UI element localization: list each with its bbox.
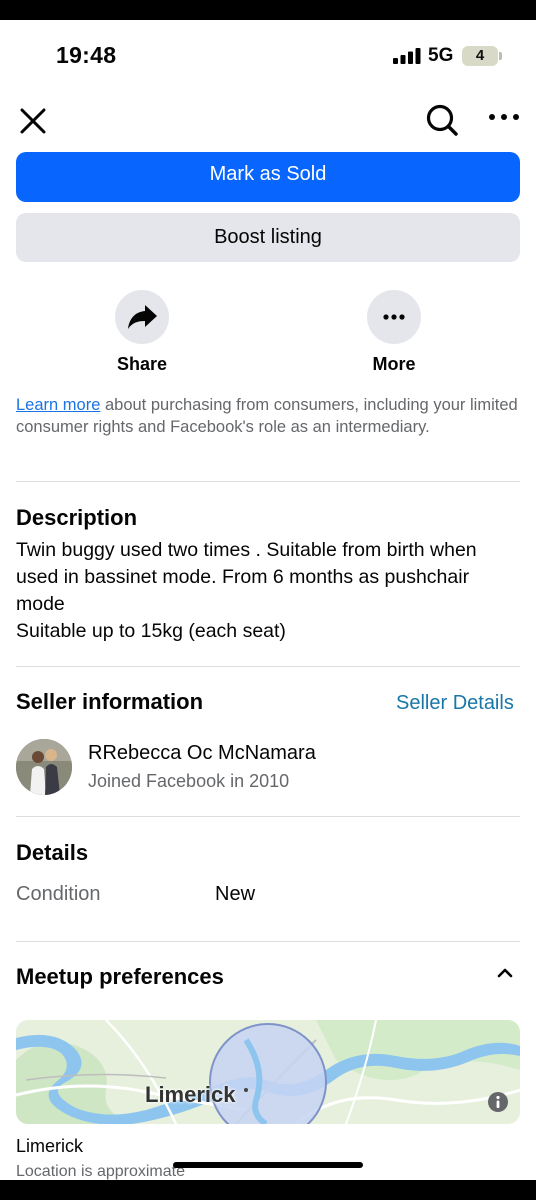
- seller-name[interactable]: RRebecca Oc McNamara: [88, 742, 316, 765]
- info-icon[interactable]: [487, 1091, 509, 1113]
- seller-details-link[interactable]: Seller Details: [396, 692, 514, 715]
- condition-value: New: [215, 883, 256, 905]
- battery-tip: [499, 52, 502, 60]
- share-button[interactable]: [115, 290, 169, 344]
- description-text: Twin buggy used two times . Suitable fro…: [16, 539, 477, 642]
- share-label: Share: [116, 354, 168, 374]
- signal-icon: [393, 48, 421, 64]
- divider: [16, 481, 520, 482]
- condition-label: Condition: [16, 883, 101, 905]
- search-icon[interactable]: [424, 102, 460, 138]
- share-action[interactable]: Share: [82, 290, 202, 380]
- description-heading: Description: [16, 505, 138, 530]
- top-frame: [0, 0, 536, 20]
- more-label: More: [372, 354, 416, 374]
- share-arrow-icon: [128, 305, 157, 329]
- more-horizontal-icon[interactable]: [488, 110, 520, 124]
- bottom-frame: [0, 1180, 536, 1200]
- learn-more-link[interactable]: Learn more: [16, 396, 100, 414]
- seller-avatar[interactable]: [16, 739, 72, 795]
- top-navigation: [0, 96, 536, 148]
- divider: [16, 816, 520, 817]
- consumer-rights-notice: Learn more about purchasing from consume…: [16, 394, 522, 438]
- network-type: 5G: [428, 45, 454, 66]
- location-name: Limerick: [16, 1136, 84, 1156]
- meetup-preferences-heading: Meetup preferences: [16, 964, 224, 989]
- avatar-photo: [16, 739, 72, 795]
- battery-icon: 4: [462, 46, 498, 66]
- battery-level: 4: [475, 47, 485, 64]
- seller-joined: Joined Facebook in 2010: [88, 771, 290, 791]
- map-city-label: Limerick: [145, 1082, 236, 1107]
- details-heading: Details: [16, 840, 89, 865]
- boost-listing-button[interactable]: Boost listing: [16, 213, 520, 262]
- location-note: Location is approximate: [16, 1163, 185, 1180]
- seller-information-heading: Seller information: [16, 689, 204, 714]
- location-map[interactable]: [16, 1020, 520, 1124]
- divider: [16, 666, 520, 667]
- marketplace-listing-screen: 19:48 5G 4 Mark as Sold Boost listing Sh…: [0, 20, 536, 1180]
- status-time: 19:48: [56, 42, 117, 68]
- more-action[interactable]: More: [334, 290, 454, 380]
- mark-as-sold-button[interactable]: Mark as Sold: [16, 152, 520, 202]
- more-button[interactable]: [367, 290, 421, 344]
- map-image: [16, 1020, 520, 1124]
- home-indicator[interactable]: [173, 1162, 363, 1168]
- status-bar: 19:48 5G 4: [0, 20, 536, 92]
- close-icon[interactable]: [18, 106, 48, 136]
- chevron-up-icon[interactable]: [497, 966, 513, 978]
- divider: [16, 941, 520, 942]
- more-dots-icon: [383, 314, 405, 320]
